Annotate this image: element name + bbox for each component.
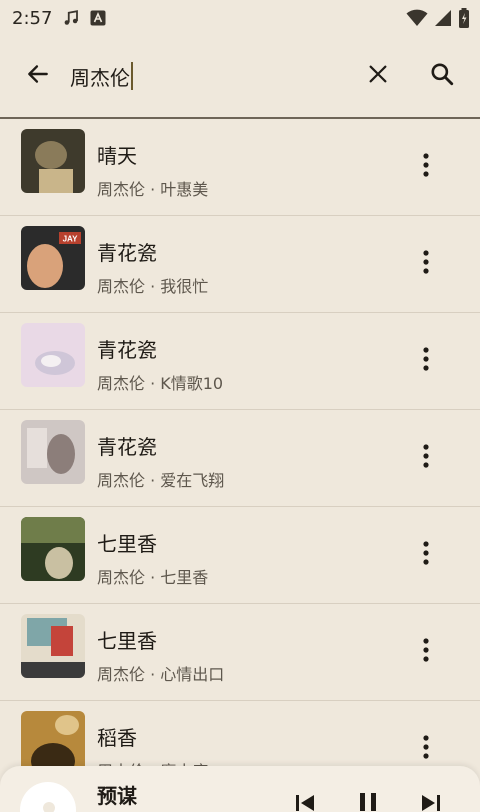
- arrow-back-icon: [25, 61, 51, 91]
- search-results-list: 晴天 周杰伦 · 叶惠美 JAY 青花瓷 周杰伦 · 我很忙 青花瓷 周杰伦 ·…: [0, 119, 480, 798]
- mini-player-cover-center: [43, 802, 55, 812]
- search-bar: 周杰伦: [0, 36, 480, 116]
- music-note-icon: [62, 9, 80, 27]
- song-artist-album: 周杰伦 · K情歌10: [97, 374, 224, 393]
- skip-next-icon: [420, 795, 442, 812]
- more-options-button[interactable]: [402, 531, 450, 579]
- album-cover: [21, 323, 85, 387]
- status-right: [406, 8, 470, 28]
- album-cover: [21, 420, 85, 484]
- song-title: 青花瓷: [97, 338, 157, 362]
- back-button[interactable]: [14, 52, 62, 100]
- song-artist-album: 周杰伦 · 我很忙: [97, 277, 209, 296]
- song-title: 青花瓷: [97, 241, 157, 265]
- previous-button[interactable]: [294, 792, 316, 812]
- status-left: 2:57: [12, 8, 106, 29]
- mini-player-title: 预谋: [97, 784, 137, 808]
- list-item[interactable]: 七里香 周杰伦 · 心情出口: [0, 604, 480, 701]
- list-item[interactable]: 青花瓷 周杰伦 · 爱在飞翔: [0, 410, 480, 507]
- more-options-button[interactable]: [402, 628, 450, 676]
- list-item[interactable]: 七里香 周杰伦 · 七里香: [0, 507, 480, 604]
- more-vert-icon: [423, 638, 429, 666]
- more-vert-icon: [423, 735, 429, 763]
- search-input[interactable]: 周杰伦: [70, 56, 350, 96]
- more-vert-icon: [423, 444, 429, 472]
- list-item[interactable]: 晴天 周杰伦 · 叶惠美: [0, 119, 480, 216]
- notification-a-icon: [90, 10, 106, 26]
- more-vert-icon: [423, 153, 429, 181]
- album-cover: [21, 129, 85, 193]
- status-time: 2:57: [12, 7, 53, 29]
- album-cover: [21, 517, 85, 581]
- more-options-button[interactable]: [402, 337, 450, 385]
- album-cover: [21, 614, 85, 678]
- more-vert-icon: [423, 347, 429, 375]
- song-title: 七里香: [97, 532, 157, 556]
- pause-icon: [356, 793, 380, 812]
- status-bar: 2:57: [0, 0, 480, 36]
- more-options-button[interactable]: [402, 434, 450, 482]
- more-options-button[interactable]: [402, 143, 450, 191]
- battery-icon: [458, 8, 470, 28]
- list-item[interactable]: 青花瓷 周杰伦 · K情歌10: [0, 313, 480, 410]
- clear-search-button[interactable]: [354, 52, 402, 100]
- search-button[interactable]: [418, 52, 466, 100]
- more-vert-icon: [423, 541, 429, 569]
- more-options-button[interactable]: [402, 240, 450, 288]
- song-title: 晴天: [97, 144, 137, 168]
- text-caret: [131, 62, 133, 90]
- wifi-icon: [406, 9, 428, 27]
- song-title: 青花瓷: [97, 435, 157, 459]
- skip-previous-icon: [294, 795, 316, 812]
- album-cover: JAY: [21, 226, 85, 290]
- search-icon: [429, 61, 455, 91]
- song-artist-album: 周杰伦 · 叶惠美: [97, 180, 209, 199]
- more-vert-icon: [423, 250, 429, 278]
- next-button[interactable]: [420, 792, 442, 812]
- search-query: 周杰伦: [70, 65, 130, 90]
- pause-button[interactable]: [356, 790, 380, 812]
- close-icon: [367, 63, 389, 89]
- mini-player[interactable]: 预谋: [0, 766, 480, 812]
- song-title: 稻香: [97, 726, 137, 750]
- signal-icon: [434, 9, 452, 27]
- song-artist-album: 周杰伦 · 心情出口: [97, 665, 225, 684]
- song-title: 七里香: [97, 629, 157, 653]
- song-artist-album: 周杰伦 · 爱在飞翔: [97, 471, 225, 490]
- list-item[interactable]: JAY 青花瓷 周杰伦 · 我很忙: [0, 216, 480, 313]
- cover-badge-text: JAY: [63, 235, 78, 244]
- song-artist-album: 周杰伦 · 七里香: [97, 568, 209, 587]
